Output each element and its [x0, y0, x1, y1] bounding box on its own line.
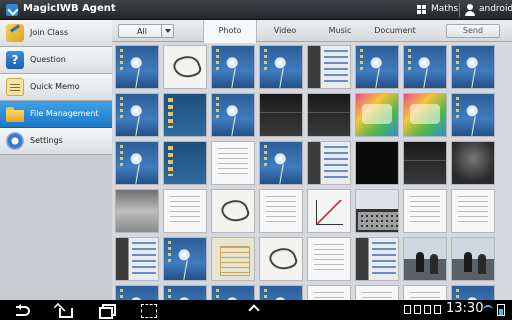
folder-icon [6, 105, 24, 123]
photo-thumbnail[interactable] [403, 45, 447, 89]
user-icon[interactable] [465, 4, 475, 16]
question-icon: ? [6, 51, 24, 69]
wifi-icon [483, 305, 493, 315]
sidebar-item-file-management[interactable]: File Management [0, 101, 112, 128]
photo-thumbnail[interactable] [211, 189, 255, 233]
photo-thumbnail[interactable] [163, 189, 207, 233]
photo-thumbnail[interactable] [355, 285, 399, 300]
photo-thumbnail[interactable] [163, 237, 207, 281]
photo-thumbnail[interactable] [211, 141, 255, 185]
chevron-down-icon[interactable] [161, 25, 173, 37]
photo-thumbnail[interactable] [451, 45, 495, 89]
photo-thumbnail[interactable] [355, 189, 399, 233]
photo-thumbnail[interactable] [259, 141, 303, 185]
photo-thumbnail[interactable] [307, 93, 351, 137]
title-divider [459, 3, 460, 17]
photo-thumbnail[interactable] [163, 93, 207, 137]
app-title: MagicIWB Agent [23, 3, 116, 14]
photo-thumbnail[interactable] [259, 189, 303, 233]
sidebar-item-label: Question [30, 55, 66, 64]
photo-thumbnail[interactable] [163, 45, 207, 89]
photo-thumbnail[interactable] [451, 141, 495, 185]
user-name[interactable]: android [479, 4, 512, 14]
thumbnail-grid [112, 42, 512, 300]
sidebar-item-quick-memo[interactable]: Quick Memo [0, 74, 112, 101]
file-browser: All Photo Video Music Document Send [112, 20, 512, 300]
photo-thumbnail[interactable] [307, 141, 351, 185]
sidebar-item-label: Join Class [30, 28, 69, 37]
photo-thumbnail[interactable] [451, 93, 495, 137]
photo-thumbnail[interactable] [211, 45, 255, 89]
back-icon[interactable] [14, 304, 30, 316]
photo-thumbnail[interactable] [163, 141, 207, 185]
memo-icon [6, 78, 24, 96]
sidebar-item-join-class[interactable]: Join Class [0, 20, 112, 47]
home-icon[interactable] [56, 304, 73, 318]
photo-thumbnail[interactable] [355, 93, 399, 137]
class-grid-icon[interactable] [417, 5, 427, 15]
sidebar-item-settings[interactable]: Settings [0, 128, 112, 155]
photo-thumbnail[interactable] [259, 237, 303, 281]
media-tab-bar: All Photo Video Music Document Send [112, 20, 512, 43]
photo-thumbnail[interactable] [451, 285, 495, 300]
tab-photo[interactable]: Photo [203, 20, 257, 43]
system-navigation-bar: 13:30 [0, 300, 512, 320]
title-bar: MagicIWB Agent Maths android [0, 0, 512, 20]
photo-thumbnail[interactable] [355, 237, 399, 281]
photo-thumbnail[interactable] [259, 45, 303, 89]
photo-thumbnail[interactable] [355, 45, 399, 89]
photo-thumbnail[interactable] [451, 237, 495, 281]
tab-music[interactable]: Music [313, 20, 367, 42]
chevron-up-icon[interactable] [248, 304, 260, 316]
sidebar-item-question[interactable]: ? Question [0, 47, 112, 74]
photo-thumbnail[interactable] [307, 285, 351, 300]
sidebar-item-label: Quick Memo [30, 82, 80, 91]
photo-thumbnail[interactable] [115, 237, 159, 281]
screenshot-icon[interactable] [140, 304, 157, 318]
join-class-icon [6, 24, 24, 42]
photo-thumbnail[interactable] [307, 237, 351, 281]
photo-thumbnail[interactable] [307, 189, 351, 233]
photo-thumbnail[interactable] [403, 285, 447, 300]
filter-value: All [137, 27, 147, 36]
photo-thumbnail[interactable] [163, 285, 207, 300]
class-name[interactable]: Maths [431, 4, 458, 14]
recent-apps-icon[interactable] [98, 304, 116, 319]
photo-thumbnail[interactable] [403, 93, 447, 137]
sidebar-item-label: File Management [30, 109, 99, 118]
filter-dropdown[interactable]: All [118, 24, 174, 38]
photo-thumbnail[interactable] [451, 189, 495, 233]
battery-icon [497, 304, 505, 316]
sidebar: Join Class ? Question Quick Memo File Ma… [0, 20, 112, 300]
photo-thumbnail[interactable] [307, 45, 351, 89]
photo-thumbnail[interactable] [115, 45, 159, 89]
photo-thumbnail[interactable] [115, 93, 159, 137]
tab-video[interactable]: Video [258, 20, 312, 42]
photo-thumbnail[interactable] [115, 189, 159, 233]
photo-thumbnail[interactable] [115, 141, 159, 185]
photo-thumbnail[interactable] [403, 141, 447, 185]
send-button[interactable]: Send [446, 24, 500, 38]
photo-thumbnail[interactable] [211, 285, 255, 300]
photo-thumbnail[interactable] [211, 93, 255, 137]
photo-thumbnail[interactable] [403, 189, 447, 233]
sidebar-item-label: Settings [30, 136, 63, 145]
clock[interactable]: 13:30 [446, 301, 483, 316]
photo-thumbnail[interactable] [259, 285, 303, 300]
gear-icon [6, 132, 24, 150]
photo-thumbnail[interactable] [355, 141, 399, 185]
photo-thumbnail[interactable] [115, 285, 159, 300]
photo-thumbnail[interactable] [259, 93, 303, 137]
notification-icons[interactable] [404, 304, 444, 316]
photo-thumbnail[interactable] [403, 237, 447, 281]
photo-thumbnail[interactable] [211, 237, 255, 281]
tab-document[interactable]: Document [368, 20, 422, 42]
app-logo-icon [6, 4, 18, 16]
